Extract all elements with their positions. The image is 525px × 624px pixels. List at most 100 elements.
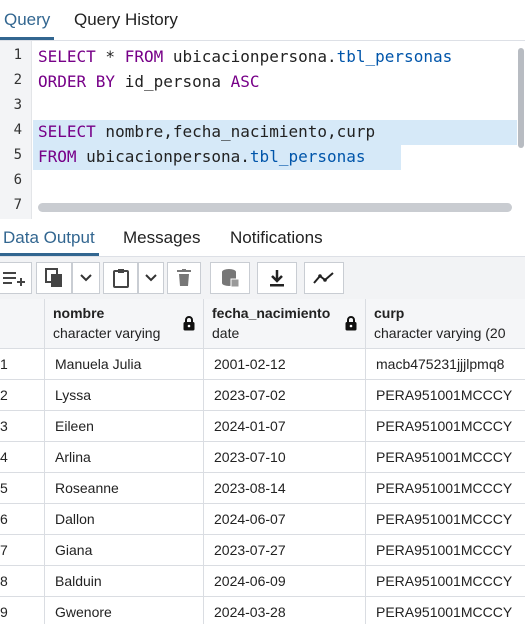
sql-keyword: FROM	[124, 47, 164, 66]
sql-keyword: FROM	[38, 147, 77, 166]
line-number: 7	[13, 197, 22, 213]
cell-nombre[interactable]: Gwenore	[45, 597, 204, 624]
lock-icon	[183, 316, 195, 331]
line-number-gutter: 1 2 3 4 5 6 7	[0, 41, 32, 219]
row-number: 9	[0, 597, 45, 624]
cell-curp[interactable]: PERA951001MCCCY	[366, 411, 525, 442]
cell-curp[interactable]: PERA951001MCCCY	[366, 504, 525, 535]
paste-icon	[112, 269, 129, 288]
delete-icon	[177, 269, 191, 286]
row-number-header	[0, 299, 45, 349]
cell-nombre[interactable]: Lyssa	[45, 380, 204, 411]
row-number: 7	[0, 535, 45, 566]
copy-button[interactable]	[36, 262, 72, 294]
cell-curp[interactable]: PERA951001MCCCY	[366, 380, 525, 411]
paste-options-dropdown[interactable]	[138, 262, 164, 294]
tab-query-history[interactable]: Query History	[74, 0, 178, 38]
cell-fecha-nacimiento[interactable]: 2023-07-10	[204, 442, 366, 473]
cell-curp[interactable]: PERA951001MCCCY	[366, 597, 525, 624]
column-name: nombre	[53, 305, 105, 321]
tab-messages[interactable]: Messages	[123, 220, 200, 254]
tab-query[interactable]: Query	[0, 0, 55, 40]
sql-keyword: ORDER BY	[38, 72, 116, 91]
cell-fecha-nacimiento[interactable]: 2024-03-28	[204, 597, 366, 624]
copy-options-dropdown[interactable]	[72, 262, 100, 294]
add-row-button[interactable]	[0, 262, 32, 294]
copy-icon	[45, 268, 62, 287]
lock-icon	[345, 316, 357, 331]
chevron-down-icon	[145, 274, 157, 282]
cell-fecha-nacimiento[interactable]: 2023-07-02	[204, 380, 366, 411]
sql-editor[interactable]: 1 2 3 4 5 6 7 SELECT * FROM ubicacionper…	[0, 41, 525, 219]
tab-notifications[interactable]: Notifications	[230, 220, 323, 254]
cell-fecha-nacimiento[interactable]: 2023-07-27	[204, 535, 366, 566]
cell-nombre[interactable]: Manuela Julia	[45, 349, 204, 380]
sql-text: ubicacionpersona.	[76, 147, 250, 166]
cell-nombre[interactable]: Roseanne	[45, 473, 204, 504]
sql-text: nombre,fecha_nacimiento,curp	[95, 122, 376, 141]
line-number: 4	[13, 122, 22, 138]
paste-button[interactable]	[103, 262, 138, 294]
cell-nombre[interactable]: Giana	[45, 535, 204, 566]
download-icon	[270, 270, 284, 287]
horizontal-scrollbar[interactable]	[38, 203, 512, 212]
column-header-curp[interactable]: curp character varying (20	[366, 299, 525, 349]
row-number: 1	[0, 349, 45, 380]
add-row-icon	[3, 272, 25, 286]
row-number: 3	[0, 411, 45, 442]
code-line-5: FROM ubicacionpersona.tbl_personas	[38, 147, 366, 166]
cell-curp[interactable]: PERA951001MCCCY	[366, 442, 525, 473]
column-type: character varying (20	[374, 325, 506, 341]
cell-fecha-nacimiento[interactable]: 2024-01-07	[204, 411, 366, 442]
row-number: 8	[0, 566, 45, 597]
cell-nombre[interactable]: Dallon	[45, 504, 204, 535]
line-number: 5	[13, 147, 22, 163]
sql-text: *	[95, 47, 125, 66]
code-line-4: SELECT nombre,fecha_nacimiento,curp	[38, 122, 375, 141]
line-number: 2	[13, 72, 22, 88]
save-data-button[interactable]	[210, 262, 250, 294]
cell-fecha-nacimiento[interactable]: 2001-02-12	[204, 349, 366, 380]
cell-nombre[interactable]: Eileen	[45, 411, 204, 442]
line-number: 6	[13, 172, 22, 188]
column-name: curp	[374, 305, 405, 321]
row-number: 6	[0, 504, 45, 535]
column-header-nombre[interactable]: nombre character varying	[45, 299, 204, 349]
cell-fecha-nacimiento[interactable]: 2023-08-14	[204, 473, 366, 504]
sql-keyword: SELECT	[38, 122, 96, 141]
cell-curp[interactable]: PERA951001MCCCY	[366, 473, 525, 504]
sql-table-name: tbl_personas	[336, 47, 453, 66]
row-number: 4	[0, 442, 45, 473]
result-grid: nombre character varying fecha_nacimient…	[0, 299, 525, 624]
graph-icon	[313, 272, 334, 284]
download-button[interactable]	[257, 262, 297, 294]
sql-text: id_persona	[115, 72, 231, 91]
vertical-scrollbar[interactable]	[518, 48, 524, 148]
sql-keyword: SELECT	[38, 47, 96, 66]
chevron-down-icon	[80, 274, 92, 282]
sql-table-name: tbl_personas	[249, 147, 366, 166]
cell-fecha-nacimiento[interactable]: 2024-06-07	[204, 504, 366, 535]
code-line-2: ORDER BY id_persona ASC	[38, 72, 260, 91]
graph-visualiser-button[interactable]	[304, 262, 344, 294]
cell-nombre[interactable]: Arlina	[45, 442, 204, 473]
line-number: 1	[13, 47, 22, 63]
data-toolbar	[0, 257, 525, 300]
sql-keyword: ASC	[230, 72, 260, 91]
cell-curp[interactable]: PERA951001MCCCY	[366, 566, 525, 597]
tab-data-output[interactable]: Data Output	[0, 220, 99, 256]
row-number: 5	[0, 473, 45, 504]
sql-text: ubicacionpersona.	[163, 47, 337, 66]
line-number: 3	[13, 97, 22, 113]
save-data-icon	[222, 269, 240, 288]
cell-curp[interactable]: PERA951001MCCCY	[366, 535, 525, 566]
row-number: 2	[0, 380, 45, 411]
column-header-fecha-nacimiento[interactable]: fecha_nacimiento date	[204, 299, 366, 349]
output-tabs-bar: Data Output Messages Notifications	[0, 220, 525, 257]
cell-fecha-nacimiento[interactable]: 2024-06-09	[204, 566, 366, 597]
cell-nombre[interactable]: Balduin	[45, 566, 204, 597]
cell-curp[interactable]: macb475231jjjlpmq8	[366, 349, 525, 380]
column-type: date	[212, 325, 240, 341]
delete-button[interactable]	[167, 262, 201, 294]
query-tabs-bar: Query Query History	[0, 0, 525, 41]
